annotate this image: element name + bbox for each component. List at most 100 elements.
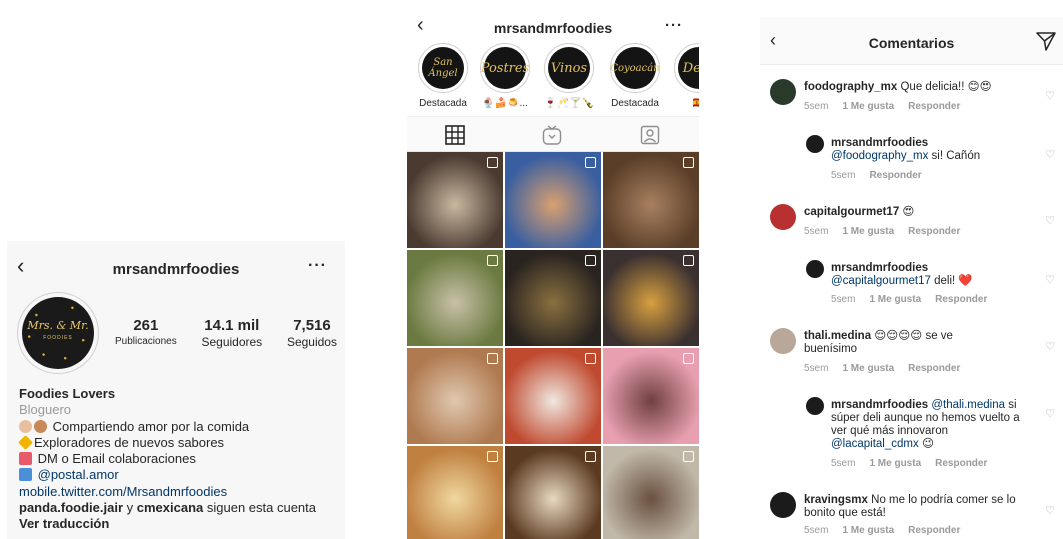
- comment-reply: mrsandmrfoodies @foodography_mx si! Cañón…: [760, 135, 1063, 185]
- comment-username[interactable]: mrsandmrfoodies: [831, 399, 928, 411]
- comment-item: thali.medina 😌😌😌😌 se ve buenísimo 5sem 1 …: [760, 328, 1063, 376]
- mention-link[interactable]: @thali.medina: [931, 399, 1005, 411]
- avatar-logo-text: Mrs. & Mr.: [27, 319, 89, 332]
- avatar[interactable]: [806, 260, 824, 278]
- highlight-item[interactable]: San Ángel Destacada: [413, 43, 473, 109]
- see-translation-link[interactable]: Ver traducción: [19, 516, 339, 532]
- comment-text: capitalgourmet17 😍: [804, 206, 915, 218]
- comment-meta: 5sem 1 Me gusta Responder: [804, 101, 961, 112]
- multiple-photos-icon: [487, 157, 498, 168]
- reply-button[interactable]: Responder: [935, 458, 987, 469]
- comment-text: mrsandmrfoodies @capitalgourmet17 deli! ❤…: [831, 262, 973, 287]
- like-heart-icon[interactable]: ♡: [1045, 148, 1055, 161]
- more-options-icon[interactable]: ···: [308, 257, 327, 275]
- like-heart-icon[interactable]: ♡: [1045, 340, 1055, 353]
- tagged-icon[interactable]: [640, 125, 660, 145]
- multiple-photos-icon: [585, 157, 596, 168]
- like-heart-icon[interactable]: ♡: [1045, 273, 1055, 286]
- reply-button[interactable]: Responder: [908, 363, 960, 374]
- mention-link[interactable]: @capitalgourmet17: [831, 275, 931, 287]
- avatar[interactable]: [770, 79, 796, 105]
- photo-thumbnail[interactable]: [407, 446, 503, 539]
- followed-by[interactable]: panda.foodie.jair y cmexicana siguen est…: [19, 500, 339, 516]
- photo-thumbnail[interactable]: [603, 446, 699, 539]
- comment-username[interactable]: capitalgourmet17: [804, 206, 899, 218]
- likes-count[interactable]: 1 Me gusta: [842, 101, 894, 112]
- highlight-item[interactable]: Postres 🍨🍰🍮...: [475, 43, 535, 109]
- reply-button[interactable]: Responder: [869, 170, 921, 181]
- stat-posts-value: 261: [133, 317, 159, 334]
- highlight-item[interactable]: Coyoacán Destacada: [605, 43, 665, 109]
- website-link[interactable]: mobile.twitter.com/Mrsandmrfoodies: [19, 484, 339, 500]
- more-options-icon[interactable]: ···: [665, 17, 683, 34]
- reply-button[interactable]: Responder: [935, 294, 987, 305]
- multiple-photos-icon: [683, 353, 694, 364]
- story-highlights: San Ángel Destacada Postres 🍨🍰🍮... Vinos…: [407, 43, 699, 115]
- photo-thumbnail[interactable]: [603, 250, 699, 346]
- photo-thumbnail[interactable]: [505, 152, 601, 248]
- like-heart-icon[interactable]: ♡: [1045, 214, 1055, 227]
- display-name: Foodies Lovers: [19, 386, 116, 401]
- send-icon[interactable]: [1035, 30, 1057, 52]
- igtv-icon[interactable]: [542, 125, 562, 145]
- photo-thumbnail[interactable]: [603, 152, 699, 248]
- stat-following[interactable]: 7,516 Seguidos: [287, 317, 337, 349]
- avatar[interactable]: [770, 204, 796, 230]
- stat-followers[interactable]: 14.1 mil Seguidores: [201, 317, 262, 349]
- bio-mention-link[interactable]: @postal.amor: [38, 467, 119, 482]
- likes-count[interactable]: 1 Me gusta: [842, 525, 894, 536]
- comment-username[interactable]: kravingsmx: [804, 494, 868, 506]
- reply-button[interactable]: Responder: [908, 226, 960, 237]
- grid-icon[interactable]: [445, 125, 465, 145]
- photo-thumbnail[interactable]: [505, 250, 601, 346]
- profile-stats: 261 Publicaciones 14.1 mil Seguidores 7,…: [115, 317, 337, 349]
- comment-reply: mrsandmrfoodies @capitalgourmet17 deli! ❤…: [760, 260, 1063, 310]
- likes-count[interactable]: 1 Me gusta: [842, 226, 894, 237]
- multiple-photos-icon: [585, 451, 596, 462]
- reply-button[interactable]: Responder: [908, 525, 960, 536]
- highlight-item[interactable]: Desa 🇪🇸: [669, 43, 699, 109]
- likes-count[interactable]: 1 Me gusta: [869, 458, 921, 469]
- like-heart-icon[interactable]: ♡: [1045, 407, 1055, 420]
- comment-text: foodography_mx Que delicia!! 😊😍: [804, 81, 992, 93]
- bio-line: DM o Email colaboraciones: [19, 451, 339, 467]
- avatar-logo-subtext: FOODIES: [43, 335, 73, 341]
- comments-title: Comentarios: [868, 35, 955, 51]
- avatar[interactable]: [806, 397, 824, 415]
- stat-following-label: Seguidos: [286, 335, 337, 349]
- highlight-label: 🇪🇸: [692, 98, 699, 109]
- highlight-cover: San Ángel: [422, 47, 464, 89]
- like-heart-icon[interactable]: ♡: [1045, 504, 1055, 517]
- photo-thumbnail[interactable]: [407, 250, 503, 346]
- mention-link[interactable]: @foodography_mx: [831, 150, 928, 162]
- profile-avatar[interactable]: Mrs. & Mr. FOODIES: [17, 292, 99, 374]
- photo-thumbnail[interactable]: [407, 152, 503, 248]
- photo-thumbnail[interactable]: [505, 446, 601, 539]
- avatar[interactable]: [770, 328, 796, 354]
- avatar[interactable]: [770, 492, 796, 518]
- stat-posts[interactable]: 261 Publicaciones: [115, 317, 177, 349]
- highlight-item[interactable]: Vinos 🍷🥂🍸🍾: [539, 43, 599, 109]
- photo-thumbnail[interactable]: [505, 348, 601, 444]
- comment-meta: 5sem 1 Me gusta Responder: [831, 294, 988, 305]
- highlight-cover: Vinos: [548, 47, 590, 89]
- likes-count[interactable]: 1 Me gusta: [842, 363, 894, 374]
- comment-username[interactable]: thali.medina: [804, 330, 871, 342]
- comment-username[interactable]: foodography_mx: [804, 81, 897, 93]
- reply-button[interactable]: Responder: [908, 101, 960, 112]
- stat-posts-label: Publicaciones: [115, 336, 177, 347]
- comment-username[interactable]: mrsandmrfoodies: [831, 137, 928, 149]
- avatar[interactable]: [806, 135, 824, 153]
- stat-followers-value: 14.1 mil: [204, 317, 260, 334]
- photo-thumbnail[interactable]: [407, 348, 503, 444]
- comment-username[interactable]: mrsandmrfoodies: [831, 262, 928, 274]
- grid-header: ‹ mrsandmrfoodies ···: [407, 7, 699, 43]
- bio-line: @postal.amor: [19, 467, 339, 483]
- likes-count[interactable]: 1 Me gusta: [869, 294, 921, 305]
- comment-reply: mrsandmrfoodies @thali.medina si súper d…: [760, 397, 1063, 472]
- stat-followers-label: Seguidores: [201, 335, 263, 349]
- highlight-label: Destacada: [611, 98, 659, 109]
- mention-link[interactable]: @lacapital_cdmx: [831, 438, 919, 450]
- photo-thumbnail[interactable]: [603, 348, 699, 444]
- like-heart-icon[interactable]: ♡: [1045, 89, 1055, 102]
